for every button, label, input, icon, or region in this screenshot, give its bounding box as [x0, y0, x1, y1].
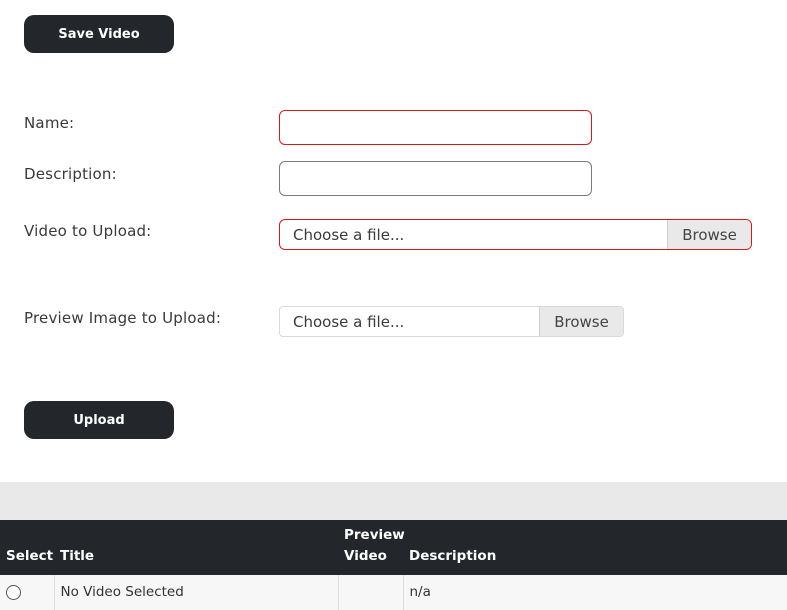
description-label: Description:	[24, 165, 117, 183]
video-file-placeholder: Choose a file...	[293, 225, 405, 244]
preview-image-file-input[interactable]: Choose a file... Browse	[279, 306, 624, 337]
header-title: Title	[60, 548, 95, 564]
section-divider-band	[0, 482, 787, 520]
video-file-input[interactable]: Choose a file... Browse	[279, 219, 752, 250]
preview-image-upload-label: Preview Image to Upload:	[24, 309, 222, 327]
name-input[interactable]	[279, 110, 592, 145]
table-row: No Video Selected n/a	[0, 575, 787, 610]
table-header-row: Select Title Preview Video Description	[0, 520, 787, 575]
header-description: Description	[409, 548, 497, 564]
upload-button[interactable]: Upload	[24, 401, 174, 439]
header-preview-video: Preview Video	[344, 527, 405, 564]
save-video-button[interactable]: Save Video	[24, 15, 174, 53]
preview-cell	[338, 575, 404, 610]
description-cell: n/a	[403, 575, 787, 610]
preview-file-placeholder: Choose a file...	[293, 312, 405, 331]
header-select: Select	[6, 548, 54, 564]
title-cell: No Video Selected	[54, 575, 339, 610]
video-browse-button[interactable]: Browse	[667, 220, 751, 249]
radio-button-icon[interactable]	[6, 584, 21, 600]
select-cell	[0, 575, 55, 610]
name-label: Name:	[24, 114, 75, 132]
preview-browse-button[interactable]: Browse	[539, 307, 623, 336]
video-table: Select Title Preview Video Description N…	[0, 520, 787, 610]
description-input[interactable]	[279, 161, 592, 196]
video-upload-label: Video to Upload:	[24, 222, 152, 240]
